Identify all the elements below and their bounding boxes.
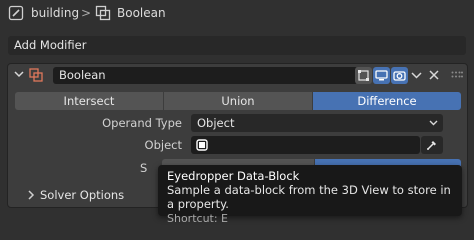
eyedropper-tooltip: Eyedropper Data-Block Sample a data-bloc… — [158, 165, 462, 225]
solver-options-subpanel[interactable]: Solver Options — [40, 188, 124, 203]
tooltip-description: Sample a data-block from the 3D View to … — [167, 183, 451, 211]
breadcrumb-separator: > — [81, 6, 92, 20]
object-field[interactable] — [191, 136, 420, 154]
boolean-modifier-icon — [29, 68, 43, 82]
operand-type-value: Object — [197, 116, 235, 130]
wrench-icon — [8, 5, 24, 21]
operation-intersect[interactable]: Intersect — [15, 92, 163, 110]
breadcrumb-modifier[interactable]: Boolean — [117, 5, 166, 21]
eyedropper-icon — [427, 141, 436, 150]
edit-mode-toggle[interactable] — [355, 67, 372, 84]
cube-icon — [196, 139, 208, 151]
eyedropper-button[interactable] — [421, 136, 443, 154]
add-modifier-button[interactable]: Add Modifier — [8, 36, 466, 55]
tooltip-title: Eyedropper Data-Block — [167, 169, 300, 183]
modifier-name-field[interactable]: Boolean — [53, 67, 358, 84]
boolean-modifier-icon — [95, 5, 111, 21]
tooltip-shortcut: Shortcut: E — [167, 212, 229, 225]
object-label: Object — [144, 138, 182, 152]
chevron-right-icon[interactable] — [27, 190, 35, 200]
render-icon — [393, 71, 406, 81]
realtime-toggle[interactable] — [373, 67, 390, 84]
chevron-down-icon[interactable] — [14, 69, 24, 79]
modifier-panel-header: Boolean — [8, 64, 467, 86]
operand-type-label: Operand Type — [102, 116, 182, 130]
drag-handle-icon[interactable] — [451, 71, 463, 79]
realtime-icon — [375, 70, 388, 81]
edit-mode-icon — [358, 70, 369, 81]
render-toggle[interactable] — [391, 67, 408, 84]
chevron-down-icon — [429, 120, 438, 126]
operand-type-dropdown[interactable]: Object — [191, 114, 443, 132]
breadcrumb-object[interactable]: building — [31, 5, 79, 21]
operation-union[interactable]: Union — [164, 92, 312, 110]
chevron-down-icon[interactable] — [411, 71, 422, 80]
solver-label: S — [140, 161, 148, 175]
operation-difference[interactable]: Difference — [313, 92, 461, 110]
close-icon[interactable] — [429, 70, 439, 80]
